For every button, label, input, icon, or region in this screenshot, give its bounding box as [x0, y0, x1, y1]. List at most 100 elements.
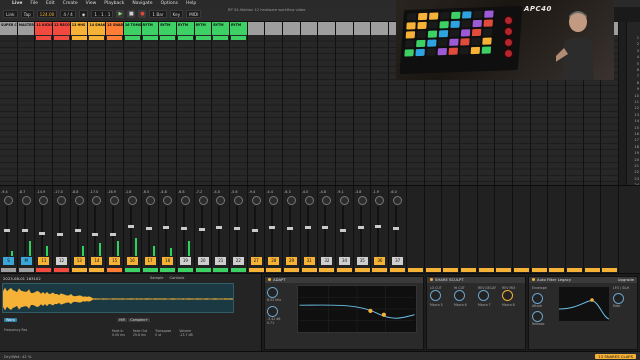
key-map-button[interactable]: Key [169, 10, 184, 18]
volume-value[interactable]: -13.7 dB [179, 333, 192, 337]
fader-handle[interactable] [322, 226, 329, 230]
scene-number[interactable]: 20 [634, 158, 639, 162]
track-activator[interactable]: 21 [215, 257, 227, 265]
track-header[interactable]: MASTER [17, 22, 36, 35]
fader-track[interactable] [359, 206, 362, 256]
clip-slot[interactable] [177, 36, 193, 41]
clip-slot[interactable] [36, 36, 52, 41]
track-activator[interactable]: 32 [321, 257, 333, 265]
track-header[interactable]: 16 TOMS [123, 22, 142, 35]
fader-handle[interactable] [74, 228, 81, 232]
fader-handle[interactable] [269, 226, 276, 230]
clip-column[interactable] [336, 35, 354, 197]
fader-track[interactable] [395, 206, 398, 256]
clip-column[interactable] [318, 35, 337, 197]
scene-number[interactable]: 15 [634, 126, 639, 130]
clip-column[interactable] [70, 35, 89, 197]
clip-column[interactable] [283, 35, 301, 197]
metronome-icon[interactable]: ◉ [78, 10, 89, 18]
menu-options[interactable]: Options [161, 1, 178, 6]
scene-number[interactable]: 14 [634, 119, 639, 123]
pan-knob[interactable] [4, 196, 13, 205]
scene-number[interactable]: 10 [634, 94, 639, 98]
track-header[interactable]: RYTM [176, 22, 195, 35]
fader-handle[interactable] [110, 232, 117, 236]
fader-handle[interactable] [340, 228, 347, 232]
pan-knob[interactable] [198, 196, 208, 205]
quantize-select[interactable]: 1 Bar [149, 10, 167, 18]
track-activator[interactable]: 12 [56, 257, 68, 265]
track-activator[interactable]: 27 [250, 257, 262, 265]
scene-number[interactable]: 19 [634, 151, 639, 155]
eq-freq-knob[interactable] [267, 287, 278, 298]
volume-readout[interactable]: -4.0 [213, 190, 220, 194]
track-header[interactable]: 11 KICKS [35, 22, 54, 35]
volume-readout[interactable]: -16.9 [107, 190, 116, 194]
pan-knob[interactable] [21, 196, 31, 205]
volume-readout[interactable]: -1.8 [125, 190, 132, 194]
menu-playback[interactable]: Playback [104, 1, 124, 6]
fader-handle[interactable] [145, 227, 152, 231]
play-icon[interactable]: ▶ [116, 10, 125, 18]
volume-readout[interactable]: -9.4 [1, 190, 8, 194]
clip-slot[interactable] [124, 36, 140, 41]
fader-handle[interactable] [4, 228, 10, 232]
track-activator[interactable]: 35 [356, 257, 368, 265]
volume-readout[interactable]: -6.5 [143, 190, 150, 194]
fader-handle[interactable] [251, 228, 258, 232]
track-activator[interactable]: 17 [144, 257, 156, 265]
rate-knob[interactable] [613, 293, 624, 304]
link-button[interactable]: Link [3, 10, 18, 18]
pan-knob[interactable] [375, 196, 385, 205]
release-knob[interactable] [532, 311, 543, 322]
track-header[interactable]: 13 HHS [70, 22, 89, 35]
fader-handle[interactable] [57, 232, 64, 236]
pan-knob[interactable] [251, 196, 261, 205]
track-header[interactable] [336, 22, 354, 35]
pan-knob[interactable] [233, 196, 243, 205]
fader-track[interactable] [271, 206, 274, 256]
fader-track[interactable] [377, 206, 380, 256]
track-activator[interactable]: 16 [126, 257, 138, 265]
hifi-button[interactable]: HiFi [117, 318, 128, 322]
volume-readout[interactable]: -4.8 [319, 190, 326, 194]
macro-knob-1[interactable] [430, 290, 441, 301]
scene-number[interactable]: 18 [634, 145, 639, 149]
fader-handle[interactable] [21, 228, 28, 232]
fader-track[interactable] [306, 206, 309, 256]
tab-controls[interactable]: Controls [169, 276, 184, 280]
scene-number[interactable]: 8 [637, 81, 639, 85]
fader-handle[interactable] [287, 227, 293, 231]
clip-slot[interactable] [142, 36, 158, 41]
fader-track[interactable] [289, 206, 291, 256]
menu-create[interactable]: Create [63, 1, 78, 6]
scene-number[interactable]: 21 [634, 164, 639, 168]
track-activator[interactable]: 18 [162, 257, 174, 265]
clip-column[interactable] [35, 35, 54, 197]
macro-knob-4[interactable] [502, 290, 513, 301]
volume-readout[interactable]: -4.4 [266, 190, 273, 194]
fader-track[interactable] [200, 206, 203, 256]
fader-handle[interactable] [216, 226, 223, 230]
clip-column[interactable] [0, 35, 18, 197]
fader-handle[interactable] [163, 226, 170, 230]
track-header[interactable]: RYTM [194, 22, 213, 35]
fader-track[interactable] [94, 206, 97, 256]
pan-knob[interactable] [110, 196, 120, 205]
fader-track[interactable] [218, 206, 221, 256]
fader-track[interactable] [182, 206, 185, 256]
track-header[interactable]: 12 RECORD TRA [53, 22, 71, 35]
track-header[interactable]: 15 SNARES CLA [106, 22, 124, 35]
volume-readout[interactable]: -1.9 [372, 190, 379, 194]
track-activator[interactable]: 36 [374, 257, 386, 265]
eq-curve-display[interactable] [297, 285, 417, 333]
track-header[interactable] [283, 22, 301, 35]
volume-readout[interactable]: -17.0 [89, 190, 98, 194]
filter-curve-display[interactable] [559, 287, 609, 321]
clip-column[interactable] [176, 35, 195, 197]
pan-knob[interactable] [340, 196, 350, 205]
macro-knob-3[interactable] [478, 290, 489, 301]
track-activator[interactable]: 29 [286, 257, 297, 265]
menu-file[interactable]: File [30, 1, 38, 6]
scene-number[interactable]: 11 [634, 100, 639, 104]
